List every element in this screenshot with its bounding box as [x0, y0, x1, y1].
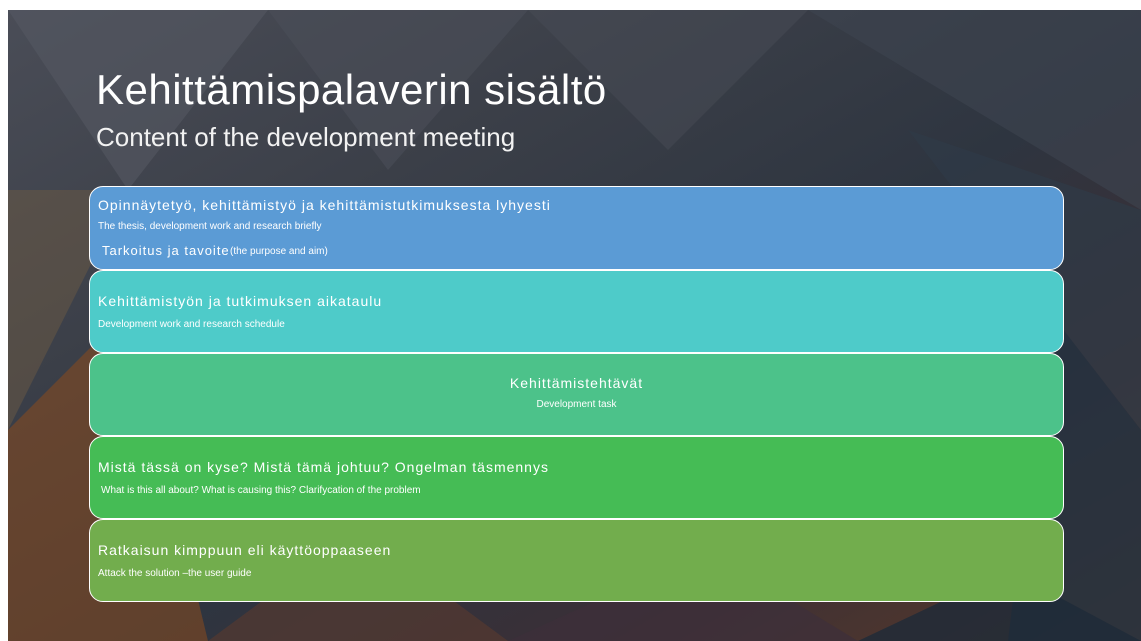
item-sub-text: The thesis, development work and researc…: [98, 221, 322, 232]
item-box-solution: Ratkaisun kimppuun eli käyttöoppaaseen A…: [89, 519, 1064, 602]
item-box-schedule: Kehittämistyön ja tutkimuksen aikataulu …: [89, 270, 1064, 353]
item-main-text: Kehittämistehtävät: [509, 375, 644, 391]
item-main-text: Mistä tässä on kyse? Mistä tämä johtuu? …: [98, 459, 549, 475]
item-box-thesis: Opinnäytetyö, kehittämistyö ja kehittämi…: [89, 186, 1064, 270]
item-box-tasks: Kehittämistehtävät Development task: [89, 353, 1064, 436]
slide-title: Kehittämispalaverin sisältö: [96, 66, 607, 113]
item-box-problem: Mistä tässä on kyse? Mistä tämä johtuu? …: [89, 436, 1064, 519]
item-sub-text: What is this all about? What is causing …: [101, 485, 421, 496]
item-sub-text: Attack the solution –the user guide: [98, 568, 252, 579]
item-sub-text: Development work and research schedule: [98, 319, 285, 330]
item-main-text: Kehittämistyön ja tutkimuksen aikataulu: [98, 293, 383, 309]
slide-subtitle: Content of the development meeting: [96, 122, 516, 152]
item-main-text: Ratkaisun kimppuun eli käyttöoppaaseen: [98, 542, 392, 558]
item-extra-text: Tarkoitus ja tavoite: [102, 243, 230, 258]
slide: Kehittämispalaverin sisältö Content of t…: [8, 10, 1141, 641]
item-sub-text: Development task: [536, 399, 617, 410]
item-extra-sub-text: (the purpose and aim): [230, 246, 328, 257]
item-main-text: Opinnäytetyö, kehittämistyö ja kehittämi…: [98, 197, 551, 213]
